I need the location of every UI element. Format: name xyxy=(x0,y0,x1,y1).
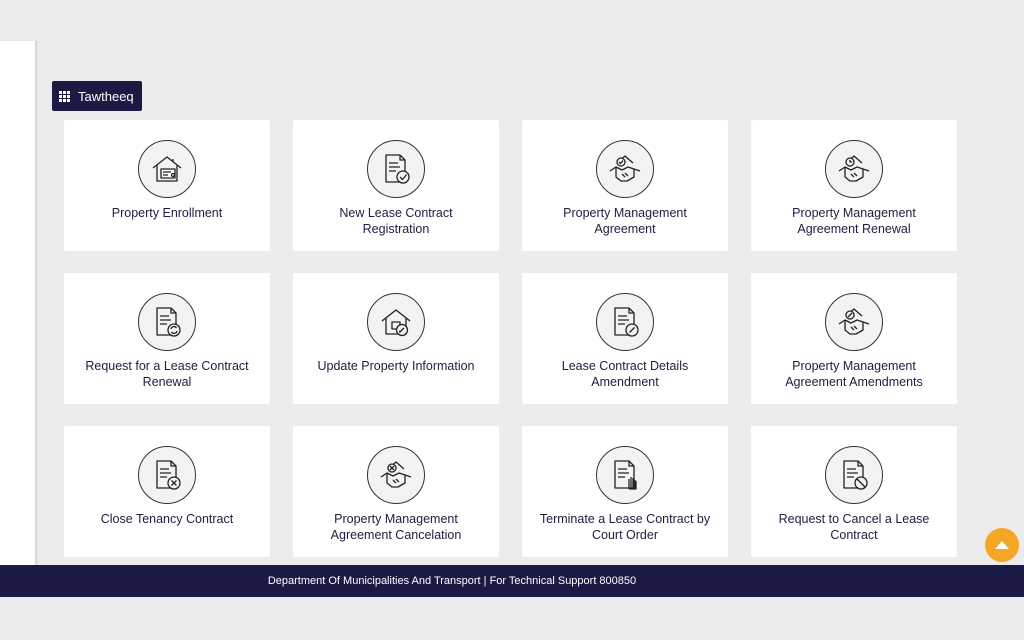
scroll-to-top-button[interactable] xyxy=(985,528,1019,562)
house-certificate-icon xyxy=(138,140,196,198)
service-card-pma-cancelation[interactable]: Property Management Agreement Cancelatio… xyxy=(293,426,499,557)
service-card-label: New Lease Contract Registration xyxy=(339,206,453,236)
side-panel xyxy=(0,41,37,565)
service-card-lease-renewal[interactable]: Request for a Lease Contract Renewal xyxy=(64,273,270,404)
service-card-label: Terminate a Lease Contract by Court Orde… xyxy=(539,512,711,542)
arrow-up-icon xyxy=(995,541,1009,549)
document-renew-icon xyxy=(138,293,196,351)
service-card-pma-renewal[interactable]: Property Management Agreement Renewal xyxy=(751,120,957,251)
service-card-label: Property Management Agreement Amendments xyxy=(785,359,923,389)
tawtheeq-tab-label: Tawtheeq xyxy=(78,88,134,104)
service-card-terminate-court[interactable]: Terminate a Lease Contract by Court Orde… xyxy=(522,426,728,557)
tawtheeq-tab[interactable]: Tawtheeq xyxy=(52,81,142,111)
document-close-icon xyxy=(138,446,196,504)
service-card-lease-amendment[interactable]: Lease Contract Details Amendment xyxy=(522,273,728,404)
document-hand-icon xyxy=(596,446,654,504)
service-card-label: Property Management Agreement xyxy=(563,206,687,236)
service-card-pma-amendments[interactable]: Property Management Agreement Amendments xyxy=(751,273,957,404)
service-card-cancel-lease[interactable]: Request to Cancel a Lease Contract xyxy=(751,426,957,557)
service-card-pma[interactable]: Property Management Agreement xyxy=(522,120,728,251)
service-card-new-lease-registration[interactable]: New Lease Contract Registration xyxy=(293,120,499,251)
service-card-label: Lease Contract Details Amendment xyxy=(561,359,689,389)
service-card-close-tenancy[interactable]: Close Tenancy Contract xyxy=(64,426,270,557)
service-card-label: Property Enrollment xyxy=(111,206,223,220)
handshake-clock-icon xyxy=(825,140,883,198)
service-card-property-enrollment[interactable]: Property Enrollment xyxy=(64,120,270,251)
handshake-check-icon xyxy=(596,140,654,198)
service-card-label: Property Management Agreement Cancelatio… xyxy=(330,512,462,542)
service-card-label: Request to Cancel a Lease Contract xyxy=(778,512,930,542)
service-card-label: Request for a Lease Contract Renewal xyxy=(85,359,249,389)
service-card-label: Close Tenancy Contract xyxy=(100,512,234,526)
service-card-update-property[interactable]: Update Property Information xyxy=(293,273,499,404)
footer: Department Of Municipalities And Transpo… xyxy=(0,565,1024,597)
service-grid: Property Enrollment New Lease Contract R… xyxy=(64,120,957,557)
service-card-label: Update Property Information xyxy=(317,359,475,373)
service-card-label: Property Management Agreement Renewal xyxy=(792,206,916,236)
handshake-edit-icon xyxy=(825,293,883,351)
footer-text: Department Of Municipalities And Transpo… xyxy=(267,575,637,587)
house-edit-icon xyxy=(367,293,425,351)
document-check-icon xyxy=(367,140,425,198)
document-ban-icon xyxy=(825,446,883,504)
grid-icon xyxy=(59,90,70,102)
document-edit-icon xyxy=(596,293,654,351)
handshake-cancel-icon xyxy=(367,446,425,504)
